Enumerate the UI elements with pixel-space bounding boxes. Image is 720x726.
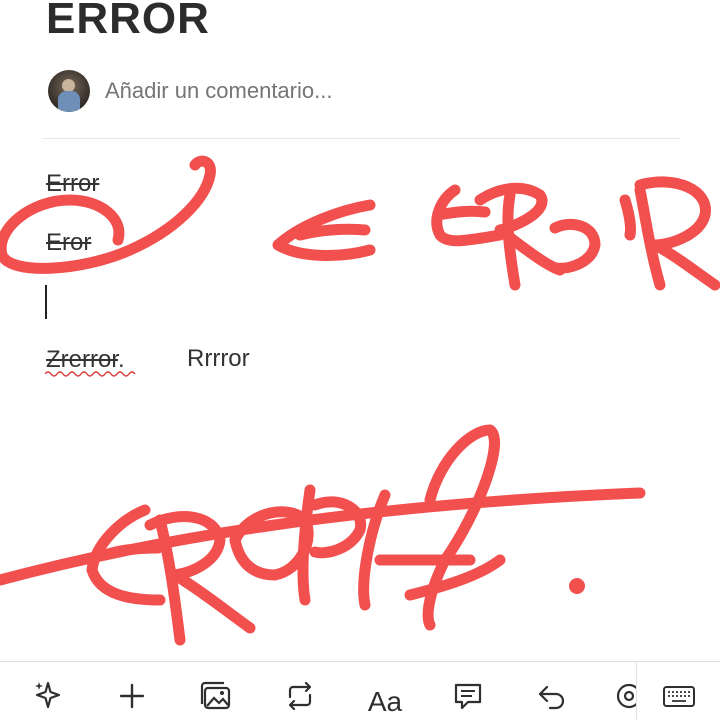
bottom-toolbar: Aa [0, 661, 720, 720]
ink-letter-l [422, 424, 500, 631]
comment-icon[interactable] [444, 672, 492, 720]
ink-letter-e-3 [86, 504, 166, 606]
image-gallery-icon[interactable] [192, 672, 240, 720]
avatar [48, 70, 90, 112]
ink-letter-o [229, 506, 314, 581]
text-rrrror[interactable]: Rrrror [187, 345, 250, 373]
spellcheck-underline [45, 371, 136, 377]
comment-row[interactable] [48, 69, 405, 113]
ink-apostrophe [619, 194, 636, 241]
page-title[interactable]: ERROR [46, 0, 210, 44]
ink-letter-r-3 [634, 176, 720, 291]
ink-letter-e-1 [272, 199, 376, 261]
ink-letter-e-2 [431, 184, 506, 247]
ink-letter-r-7 [358, 489, 476, 611]
ink-letter-r-1 [474, 182, 566, 276]
divider [42, 138, 680, 139]
mention-icon[interactable] [612, 672, 636, 720]
ink-tail [404, 554, 506, 601]
ink-letter-r-2 [502, 189, 601, 291]
ink-dot [569, 578, 585, 594]
text-line-eror[interactable]: Eror [46, 229, 91, 257]
keyboard-icon[interactable] [655, 672, 703, 720]
ink-letter-r-5 [144, 511, 256, 634]
ink-loop-stroke [0, 155, 216, 274]
sparkle-icon[interactable] [24, 672, 72, 720]
ink-letter-r-6 [297, 484, 367, 606]
text-line-error[interactable]: Error [46, 170, 99, 198]
ink-letter-r-4 [154, 514, 186, 646]
undo-icon[interactable] [528, 672, 576, 720]
misspelled-word[interactable]: Zrerror [46, 346, 118, 373]
text-caret [45, 285, 47, 319]
plus-icon[interactable] [108, 672, 156, 720]
convert-icon[interactable] [276, 672, 324, 720]
keyboard-toggle[interactable] [636, 662, 720, 720]
period: . [118, 346, 125, 373]
ink-strike-line [0, 487, 646, 586]
comment-input[interactable] [105, 78, 405, 104]
